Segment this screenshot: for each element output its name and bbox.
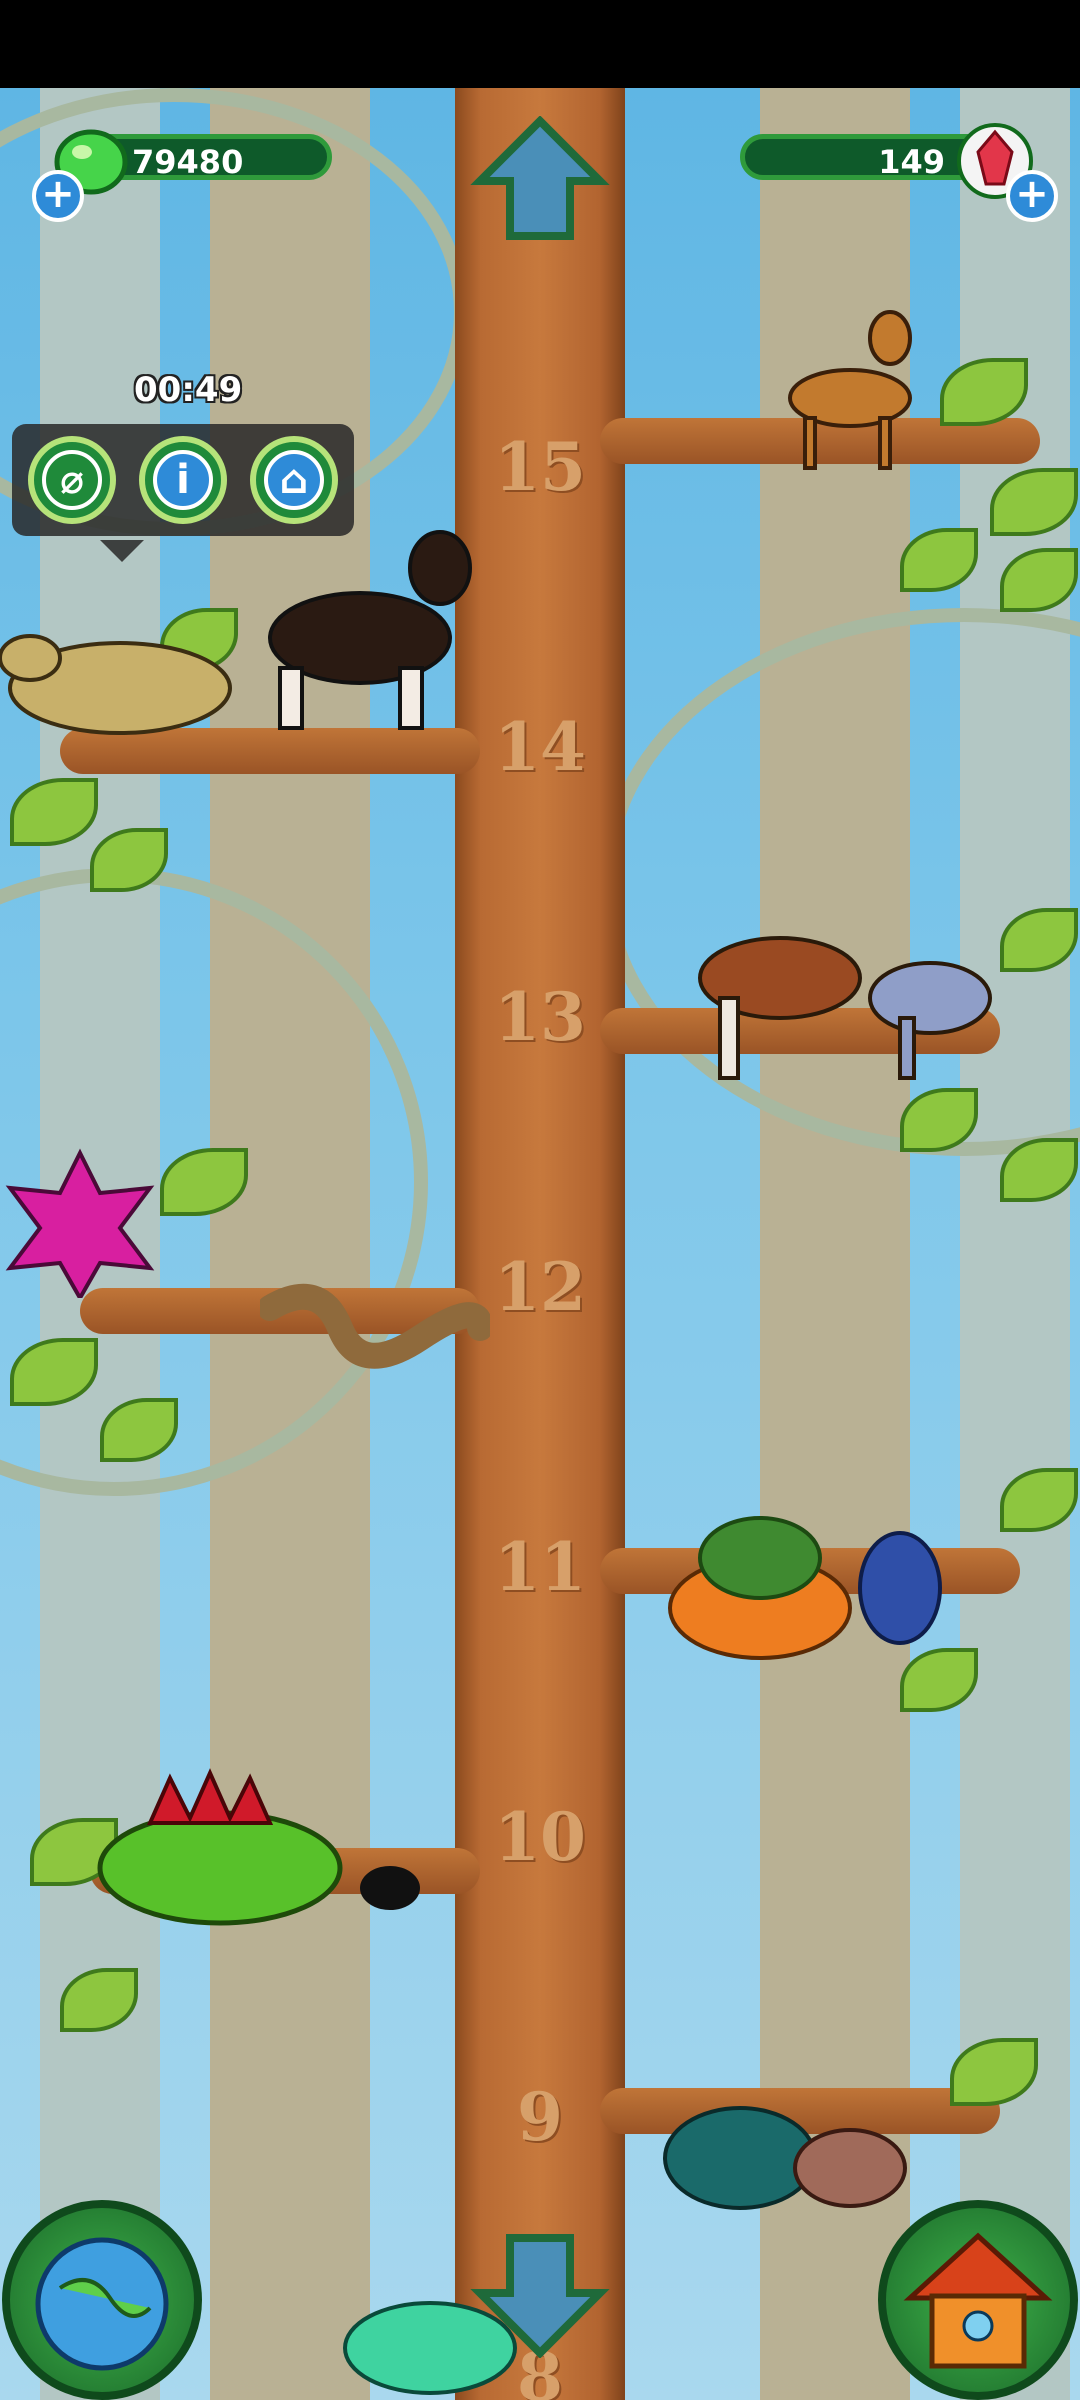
horse[interactable] — [250, 508, 480, 738]
status-bar — [0, 0, 1080, 88]
snake[interactable] — [260, 1268, 490, 1388]
level-number: 14 — [494, 708, 586, 786]
scroll-up-button[interactable] — [470, 116, 610, 246]
add-gems-button[interactable]: + — [32, 170, 84, 222]
up-arrow-icon — [470, 116, 610, 240]
animal-action-panel: ⌀ i ⌂ — [12, 424, 354, 562]
turtle-and-mole[interactable] — [660, 2088, 910, 2218]
stegosaurus-and-spider[interactable] — [90, 1768, 450, 1938]
house-icon: ⌂ — [279, 457, 309, 503]
spiky-fruit-creature[interactable] — [0, 1148, 160, 1298]
crab-and-bird[interactable] — [660, 1508, 960, 1668]
scroll-down-button[interactable] — [470, 2228, 610, 2358]
gems-value: 79480 — [132, 143, 244, 181]
level-number: 9 — [517, 2078, 563, 2156]
level-number: 13 — [494, 978, 586, 1056]
level-number: 12 — [494, 1248, 586, 1326]
info-icon: i — [176, 457, 190, 503]
down-arrow-icon — [470, 2234, 610, 2358]
globe-icon — [35, 2237, 169, 2371]
add-crystals-button[interactable]: + — [1006, 170, 1058, 222]
plus-icon: + — [1015, 171, 1049, 217]
deer-and-goat[interactable] — [690, 868, 1010, 1108]
game-scene: 15 14 13 12 11 10 9 8 79480 + 149 + 00:4… — [0, 88, 1080, 2400]
crystals-value: 149 — [878, 143, 945, 181]
crystals-counter-bar: 149 — [740, 134, 990, 181]
deer-pair[interactable] — [760, 278, 960, 478]
birdhouse-icon — [903, 2232, 1053, 2369]
catch-net-button[interactable]: ⌀ — [28, 436, 116, 524]
home-button[interactable] — [878, 2200, 1078, 2400]
plus-icon: + — [41, 171, 75, 217]
world-map-button[interactable] — [2, 2200, 202, 2400]
net-icon: ⌀ — [59, 457, 85, 503]
info-button[interactable]: i — [139, 436, 227, 524]
level-number: 15 — [494, 428, 586, 506]
send-home-button[interactable]: ⌂ — [250, 436, 338, 524]
level-number: 11 — [494, 1528, 586, 1606]
kangaroo[interactable] — [0, 608, 250, 748]
timer: 00:49 — [134, 370, 243, 410]
level-number: 10 — [494, 1798, 586, 1876]
